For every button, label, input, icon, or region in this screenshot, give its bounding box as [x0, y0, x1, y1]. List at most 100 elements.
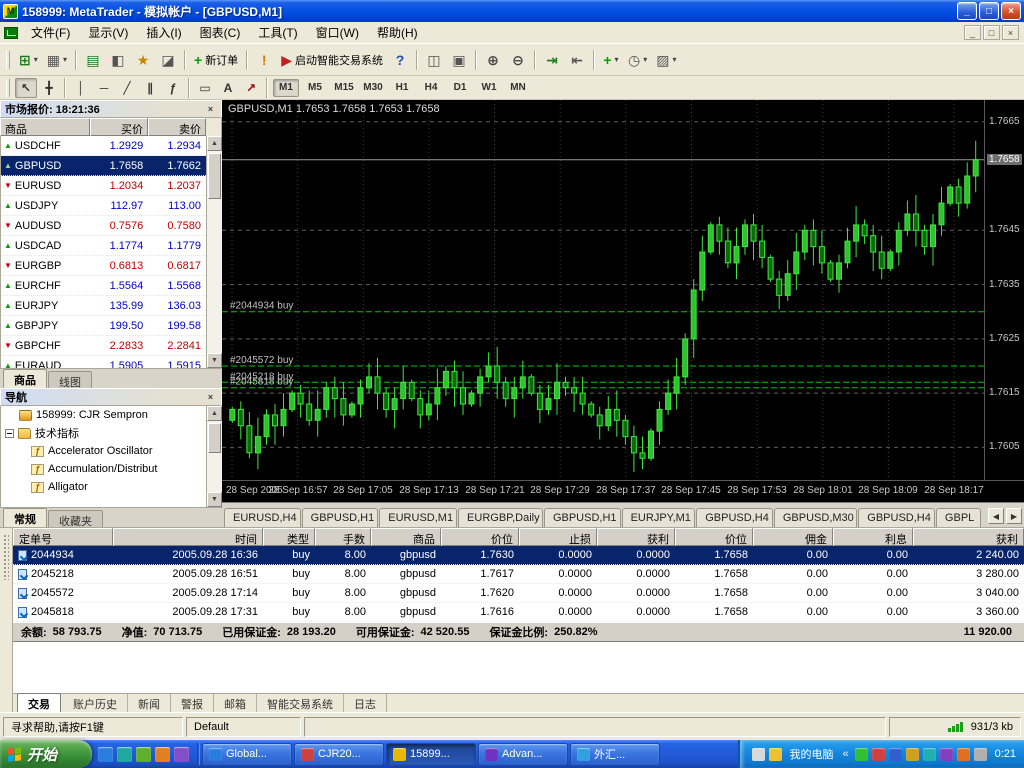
collapse-icon[interactable]	[5, 428, 14, 438]
arrow-styles-button[interactable]: ↗	[240, 78, 262, 98]
column-symbol[interactable]: 商品	[0, 118, 90, 136]
tray-network-icon[interactable]	[854, 747, 868, 761]
terminal-column-header[interactable]: 定单号	[13, 528, 113, 546]
tray-help-icon[interactable]	[769, 747, 783, 761]
tray-safely-remove-icon[interactable]	[973, 747, 987, 761]
quick-launch-ie-icon[interactable]	[98, 746, 113, 762]
mdi-restore-button[interactable]: □	[983, 25, 1000, 40]
tab-scroll-left-icon[interactable]: ◀	[988, 508, 1004, 524]
horizontal-line-button[interactable]: ─	[93, 78, 115, 98]
market-watch-close-icon[interactable]: ×	[204, 103, 217, 116]
candlestick-chart[interactable]: #2044934 buy#2045572 buy#2045218 buy#204…	[222, 100, 984, 480]
market-watch-row[interactable]: ▲ USDCHF 1.2929 1.2934	[1, 136, 206, 156]
navigator-tab[interactable]: 常规	[3, 508, 47, 527]
navigator-item-account[interactable]: 158999: CJR Sempron	[1, 406, 206, 424]
tray-display-icon[interactable]	[939, 747, 953, 761]
quick-launch-mail-icon[interactable]	[174, 746, 189, 762]
title-bar[interactable]: M 158999: MetaTrader - 模拟帐户 - [GBPUSD,M1…	[0, 0, 1024, 22]
terminal-column-header[interactable]: 佣金	[753, 528, 833, 546]
terminal-tab[interactable]: 账户历史	[63, 693, 128, 714]
navigator-button[interactable]: ★	[131, 48, 155, 72]
market-watch-row[interactable]: ▲ GBPUSD 1.7658 1.7662	[1, 156, 206, 176]
market-watch-row[interactable]: ▼ AUDUSD 0.7576 0.7580	[1, 216, 206, 236]
scroll-thumb[interactable]	[208, 423, 221, 453]
scroll-up-icon[interactable]: ▲	[207, 136, 222, 151]
profiles-button[interactable]: ▦ ▾	[43, 48, 71, 72]
navigator-header[interactable]: 导航 ×	[0, 388, 222, 406]
mdi-close-button[interactable]: ×	[1002, 25, 1019, 40]
restore-button[interactable]: □	[979, 2, 999, 20]
tray-power-icon[interactable]	[956, 747, 970, 761]
terminal-tab[interactable]: 邮箱	[214, 693, 257, 714]
mdi-minimize-button[interactable]: _	[964, 25, 981, 40]
timeframe-m15[interactable]: M15	[331, 79, 357, 97]
zoom-out-button[interactable]: ⊖	[506, 48, 530, 72]
toolbar-grip[interactable]	[6, 50, 10, 69]
chart-shift-button[interactable]: ⇤	[565, 48, 589, 72]
tab-scroll-right-icon[interactable]: ▶	[1006, 508, 1022, 524]
metaeditor-button[interactable]: !	[252, 48, 276, 72]
indicators-button[interactable]: + ▾	[599, 48, 623, 72]
scroll-down-icon[interactable]: ▼	[207, 492, 222, 507]
market-watch-row[interactable]: ▲ EURAUD 1.5905 1.5915	[1, 356, 206, 369]
new-order-button[interactable]: + 新订单	[190, 48, 242, 72]
market-watch-row[interactable]: ▼ EURGBP 0.6813 0.6817	[1, 256, 206, 276]
order-row[interactable]: 2045572 2005.09.28 17:14 buy 8.00 gbpusd 1.76…	[13, 584, 1024, 603]
chart-tab[interactable]: GBPUSD,H1	[301, 508, 379, 527]
start-button[interactable]: 开始	[0, 740, 92, 768]
task-button[interactable]: CJR20...	[294, 742, 384, 766]
chart-tab[interactable]: GBPUSD,H1	[543, 508, 621, 527]
column-bid[interactable]: 买价	[90, 118, 148, 136]
cascade-windows-button[interactable]: ▣	[447, 48, 471, 72]
navigator-item-indicator-accelerator[interactable]: ƒ Accelerator Oscillator	[1, 442, 206, 460]
close-button[interactable]: ×	[1001, 2, 1021, 20]
menu-file[interactable]: 文件(F)	[22, 21, 79, 44]
scroll-thumb[interactable]	[208, 153, 221, 199]
minimize-button[interactable]: _	[957, 2, 977, 20]
menu-help[interactable]: 帮助(H)	[368, 21, 427, 44]
timeframe-m1[interactable]: M1	[273, 78, 299, 97]
terminal-column-header[interactable]: 止损	[519, 528, 597, 546]
timeframe-m5[interactable]: M5	[302, 79, 328, 97]
tray-volume-icon[interactable]	[888, 747, 902, 761]
market-watch-row[interactable]: ▼ EURUSD 1.2034 1.2037	[1, 176, 206, 196]
chart-tab[interactable]: EURJPY,M1	[621, 508, 696, 527]
market-watch-row[interactable]: ▲ GBPJPY 199.50 199.58	[1, 316, 206, 336]
tray-collapse-icon[interactable]: «	[840, 748, 850, 760]
chart-tab[interactable]: GBPUSD,M30	[773, 508, 858, 527]
order-row[interactable]: 2045218 2005.09.28 16:51 buy 8.00 gbpusd 1.76…	[13, 565, 1024, 584]
terminal-button[interactable]: ◪	[156, 48, 180, 72]
chart-tab[interactable]: EURUSD,H4	[224, 508, 301, 527]
terminal-column-header[interactable]: 获利	[913, 528, 1024, 546]
menu-tools[interactable]: 工具(T)	[249, 21, 306, 44]
shapes-button[interactable]: ▭	[194, 78, 216, 98]
terminal-tab[interactable]: 智能交易系统	[257, 693, 344, 714]
timeframe-h1[interactable]: H1	[389, 79, 415, 97]
toolbar-grip[interactable]	[6, 78, 10, 97]
timeframe-m30[interactable]: M30	[360, 79, 386, 97]
chart-tab[interactable]: EURUSD,M1	[379, 508, 458, 527]
terminal-tab[interactable]: 日志	[344, 693, 387, 714]
fibonacci-button[interactable]: ƒ	[162, 78, 184, 98]
menu-charts[interactable]: 图表(C)	[191, 21, 250, 44]
cursor-button[interactable]: ↖	[15, 77, 37, 98]
scroll-up-icon[interactable]: ▲	[207, 406, 222, 421]
price-axis[interactable]: 1.7665 1.7645 1.7635 1.7625 1.7615 1.7605 1.76…	[984, 100, 1024, 480]
market-watch-row[interactable]: ▲ EURJPY 135.99 136.03	[1, 296, 206, 316]
zoom-in-button[interactable]: ⊕	[481, 48, 505, 72]
time-axis[interactable]: 28 Sep 2005 28 Sep 16:57 28 Sep 17:05 28 Se…	[222, 480, 1024, 502]
channel-button[interactable]: ∥	[139, 78, 161, 98]
timeframe-w1[interactable]: W1	[476, 79, 502, 97]
tray-update-icon[interactable]	[922, 747, 936, 761]
timeframe-d1[interactable]: D1	[447, 79, 473, 97]
market-watch-row[interactable]: ▲ USDCAD 1.1774 1.1779	[1, 236, 206, 256]
navigator-tab[interactable]: 收藏夹	[48, 510, 103, 528]
chart-tab[interactable]: GBPUSD,H4	[858, 508, 935, 527]
tile-windows-button[interactable]: ◫	[422, 48, 446, 72]
crosshair-button[interactable]: ╋	[38, 78, 60, 98]
periods-button[interactable]: ◷ ▾	[624, 48, 651, 72]
terminal-column-header[interactable]: 商品	[371, 528, 441, 546]
market-watch-scrollbar[interactable]: ▲ ▼	[206, 136, 222, 368]
trendline-button[interactable]: ╱	[116, 78, 138, 98]
task-button[interactable]: 外汇...	[570, 742, 660, 766]
